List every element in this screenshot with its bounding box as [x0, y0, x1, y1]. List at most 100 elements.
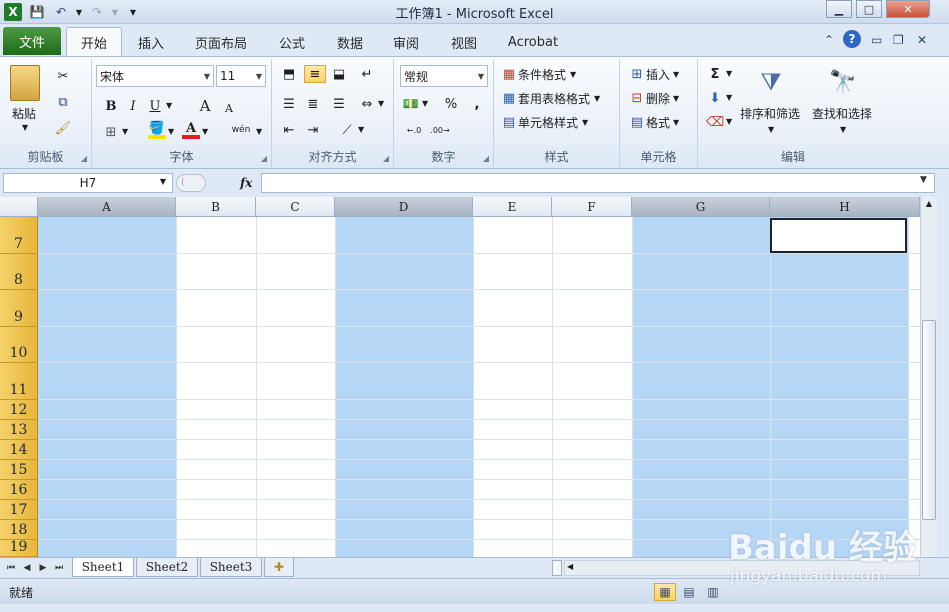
format-as-table-button[interactable]: ▦ 套用表格格式 ▼	[500, 89, 600, 107]
scroll-left-icon[interactable]: ◀	[567, 562, 573, 571]
row-header-8[interactable]: 8	[0, 254, 38, 290]
percent-style-button[interactable]: %	[442, 95, 460, 113]
row-header-7[interactable]: 7	[0, 217, 38, 254]
expand-formula-bar-icon[interactable]: ▼	[920, 175, 934, 191]
align-center-icon[interactable]: ≣	[304, 95, 322, 113]
accounting-dropdown-icon[interactable]: ▼	[422, 99, 428, 108]
align-top-icon[interactable]: ⬒	[280, 65, 298, 83]
chevron-down-icon[interactable]: ▼	[201, 72, 213, 81]
normal-view-icon[interactable]: ▦	[654, 583, 676, 601]
merge-center-icon[interactable]: ⇔	[358, 95, 376, 113]
font-color-button[interactable]: A	[182, 121, 200, 139]
decrease-indent-icon[interactable]: ⇤	[280, 121, 298, 139]
tab-view[interactable]: 视图	[440, 29, 488, 56]
increase-decimal-icon[interactable]: ←.0	[402, 121, 426, 139]
italic-button[interactable]: I	[124, 97, 142, 115]
chevron-down-icon[interactable]: ▼	[160, 177, 166, 186]
clear-icon[interactable]: ⌫	[706, 113, 724, 131]
row-header-9[interactable]: 9	[0, 290, 38, 327]
tab-review[interactable]: 审阅	[382, 29, 430, 56]
autosum-dropdown-icon[interactable]: ▼	[726, 69, 732, 78]
cell-styles-button[interactable]: ▤ 单元格样式 ▼	[500, 113, 588, 131]
fill-color-dropdown-icon[interactable]: ▼	[168, 127, 174, 136]
binoculars-icon[interactable]: 🔭	[826, 63, 860, 101]
window-restore-icon[interactable]: ❐	[893, 33, 904, 47]
merge-dropdown-icon[interactable]: ▼	[378, 99, 384, 108]
phonetic-guide-button[interactable]: wén	[230, 121, 252, 139]
column-header-d[interactable]: D	[335, 197, 473, 217]
column-header-c[interactable]: C	[256, 197, 335, 217]
number-format-combo[interactable]: 常规 ▼	[400, 65, 488, 87]
sheet-tab-1[interactable]: Sheet1	[72, 558, 134, 577]
fill-icon[interactable]: ⬇	[706, 89, 724, 107]
phonetic-dropdown-icon[interactable]: ▼	[256, 127, 262, 136]
bold-button[interactable]: B	[102, 97, 120, 115]
borders-icon[interactable]: ⊞	[102, 123, 120, 141]
decrease-decimal-icon[interactable]: .00→	[428, 121, 452, 139]
number-launcher-icon[interactable]: ◢	[483, 154, 489, 163]
sort-filter-button[interactable]: 排序和筛选	[740, 105, 800, 122]
clear-dropdown-icon[interactable]: ▼	[726, 117, 732, 126]
delete-cells-button[interactable]: ⊟ 删除 ▼	[628, 89, 680, 107]
fill-dropdown-icon[interactable]: ▼	[726, 93, 732, 102]
insert-function-icon[interactable]: fx	[240, 176, 252, 190]
column-header-f[interactable]: F	[552, 197, 632, 217]
find-select-button[interactable]: 查找和选择	[812, 105, 872, 122]
copy-icon[interactable]: ⧉	[54, 93, 72, 111]
vertical-scrollbar-thumb[interactable]	[922, 320, 936, 520]
row-header-19[interactable]: 19	[0, 539, 38, 557]
conditional-formatting-button[interactable]: ▦ 条件格式 ▼	[500, 65, 576, 83]
row-header-18[interactable]: 18	[0, 520, 38, 540]
row-header-11[interactable]: 11	[0, 363, 38, 400]
paste-button[interactable]: 粘贴	[12, 105, 36, 122]
tab-data[interactable]: 数据	[326, 29, 374, 56]
help-icon[interactable]: ?	[843, 30, 861, 48]
formula-bar-splitter[interactable]: (	[176, 174, 206, 192]
sheet-tab-2[interactable]: Sheet2	[136, 558, 198, 577]
row-header-17[interactable]: 17	[0, 500, 38, 520]
borders-dropdown-icon[interactable]: ▼	[122, 127, 128, 136]
chevron-down-icon[interactable]: ▼	[253, 72, 265, 81]
prev-sheet-icon[interactable]: ◀	[20, 560, 34, 576]
select-all-corner[interactable]	[0, 197, 38, 217]
font-size-combo[interactable]: 11 ▼	[216, 65, 266, 87]
chevron-down-icon[interactable]: ▼	[475, 72, 487, 81]
increase-indent-icon[interactable]: ⇥	[304, 121, 322, 139]
sort-filter-dropdown-icon[interactable]: ▼	[768, 125, 774, 134]
formula-input[interactable]	[261, 173, 935, 193]
tab-insert[interactable]: 插入	[126, 29, 176, 56]
align-right-icon[interactable]: ☰	[330, 95, 348, 113]
paste-dropdown-icon[interactable]: ▼	[22, 123, 28, 132]
clipboard-launcher-icon[interactable]: ◢	[81, 154, 87, 163]
first-sheet-icon[interactable]: ⏮	[4, 560, 18, 576]
sort-filter-icon[interactable]: ⧩	[754, 63, 788, 101]
format-cells-button[interactable]: ▤ 格式 ▼	[628, 113, 679, 131]
paste-icon[interactable]	[10, 65, 40, 101]
comma-style-button[interactable]: ,	[468, 95, 486, 113]
column-header-g[interactable]: G	[632, 197, 770, 217]
page-layout-view-icon[interactable]: ▤	[678, 583, 700, 601]
align-bottom-icon[interactable]: ⬓	[330, 65, 348, 83]
tab-split-handle[interactable]	[552, 560, 562, 576]
format-painter-icon[interactable]: 🖌	[54, 119, 72, 137]
minimize-button[interactable]: ▁	[826, 0, 852, 18]
insert-sheet-icon[interactable]: ✚	[264, 558, 294, 577]
row-header-16[interactable]: 16	[0, 480, 38, 500]
column-header-h[interactable]: H	[770, 197, 920, 217]
align-left-icon[interactable]: ☰	[280, 95, 298, 113]
insert-cells-button[interactable]: ⊞ 插入 ▼	[628, 65, 680, 83]
tab-file[interactable]: 文件	[3, 27, 61, 55]
row-header-14[interactable]: 14	[0, 440, 38, 460]
underline-button[interactable]: U	[146, 97, 164, 115]
orientation-dropdown-icon[interactable]: ▼	[358, 125, 364, 134]
minimize-ribbon-icon[interactable]: ⌃	[824, 33, 834, 47]
column-header-b[interactable]: B	[176, 197, 256, 217]
find-select-dropdown-icon[interactable]: ▼	[840, 125, 846, 134]
underline-dropdown-icon[interactable]: ▼	[166, 101, 172, 110]
active-cell-h7[interactable]	[770, 218, 907, 253]
font-name-combo[interactable]: 宋体 ▼	[96, 65, 214, 87]
window-close-icon[interactable]: ✕	[917, 33, 927, 47]
close-button[interactable]: ✕	[886, 0, 930, 18]
orientation-icon[interactable]: ⟋	[338, 121, 356, 139]
name-box[interactable]: H7 ▼	[3, 173, 173, 193]
